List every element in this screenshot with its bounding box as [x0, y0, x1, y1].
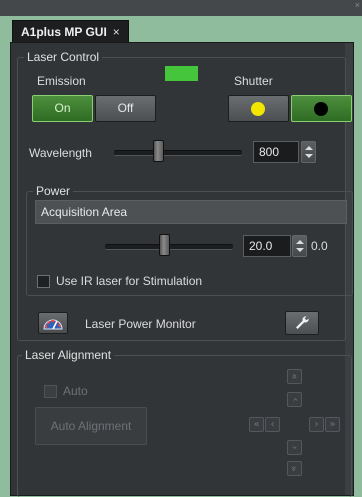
tab-a1plus-mp-gui[interactable]: A1plus MP GUI ×	[12, 20, 129, 43]
emission-on-button[interactable]: On	[32, 95, 93, 122]
wavelength-input[interactable]: 800	[253, 141, 299, 163]
chevron-up-icon: ‹	[289, 397, 300, 402]
emission-status-indicator	[165, 66, 198, 81]
tab-title: A1plus MP GUI	[21, 25, 107, 39]
align-left-fast-button[interactable]: «	[249, 417, 264, 432]
chevron-double-left-icon: «	[253, 419, 260, 430]
wavelength-spinner[interactable]	[301, 141, 316, 163]
emission-off-button[interactable]: Off	[95, 95, 156, 122]
spin-up-icon[interactable]	[296, 240, 304, 244]
corner-close-icon[interactable]: ×	[355, 0, 360, 10]
align-left-button[interactable]: ‹	[265, 417, 280, 432]
laser-alignment-title: Laser Alignment	[22, 348, 115, 362]
power-slider-handle[interactable]	[159, 234, 170, 256]
main-panel: Laser Control Emission On Off Shutter Wa…	[10, 42, 354, 497]
align-down-button[interactable]: ‹	[287, 440, 302, 455]
power-input[interactable]: 20.0	[243, 235, 291, 257]
chevron-left-icon: ‹	[270, 419, 275, 430]
align-right-button[interactable]: ›	[309, 417, 324, 432]
align-up-button[interactable]: ‹	[287, 392, 302, 407]
tab-close-icon[interactable]: ×	[113, 25, 120, 39]
laser-power-monitor-button[interactable]	[38, 312, 68, 334]
shutter-closed-icon	[314, 102, 328, 116]
ir-stimulation-checkbox[interactable]	[37, 275, 50, 288]
spin-down-icon[interactable]	[296, 248, 304, 252]
wavelength-slider-handle[interactable]	[153, 140, 164, 162]
chevron-double-down-icon: «	[289, 465, 300, 472]
laser-power-monitor-label: Laser Power Monitor	[85, 317, 196, 331]
spin-up-icon[interactable]	[305, 146, 313, 150]
wrench-icon	[296, 316, 309, 329]
chevron-double-right-icon: »	[329, 419, 336, 430]
shutter-open-button[interactable]	[228, 95, 289, 122]
ir-stimulation-label: Use IR laser for Stimulation	[56, 274, 203, 288]
shutter-open-icon	[251, 102, 265, 116]
wavelength-label: Wavelength	[29, 146, 92, 160]
shutter-label: Shutter	[234, 74, 273, 88]
app-window: × A1plus MP GUI × Laser Control Emission …	[0, 0, 362, 497]
laser-control-title: Laser Control	[24, 50, 103, 64]
auto-alignment-button[interactable]: Auto Alignment	[35, 407, 147, 445]
shutter-closed-button[interactable]	[291, 95, 352, 122]
chevron-down-icon: ‹	[289, 445, 300, 450]
window-top-bar: ×	[0, 0, 362, 16]
monitor-settings-button[interactable]	[285, 311, 319, 335]
align-up-fast-button[interactable]: «	[287, 369, 302, 384]
chevron-right-icon: ›	[314, 419, 319, 430]
gauge-icon	[43, 319, 63, 330]
wavelength-slider-track[interactable]	[114, 150, 242, 156]
power-mode-select[interactable]: Acquisition Area	[35, 200, 347, 224]
auto-label: Auto	[63, 384, 88, 398]
power-readout: 0.0	[311, 239, 328, 253]
spin-down-icon[interactable]	[305, 154, 313, 158]
chevron-double-up-icon: «	[289, 373, 300, 380]
power-spinner[interactable]	[292, 235, 307, 257]
align-down-fast-button[interactable]: «	[287, 461, 302, 476]
align-right-fast-button[interactable]: »	[325, 417, 340, 432]
power-title: Power	[33, 184, 74, 198]
auto-checkbox[interactable]	[44, 385, 57, 398]
emission-label: Emission	[37, 74, 86, 88]
